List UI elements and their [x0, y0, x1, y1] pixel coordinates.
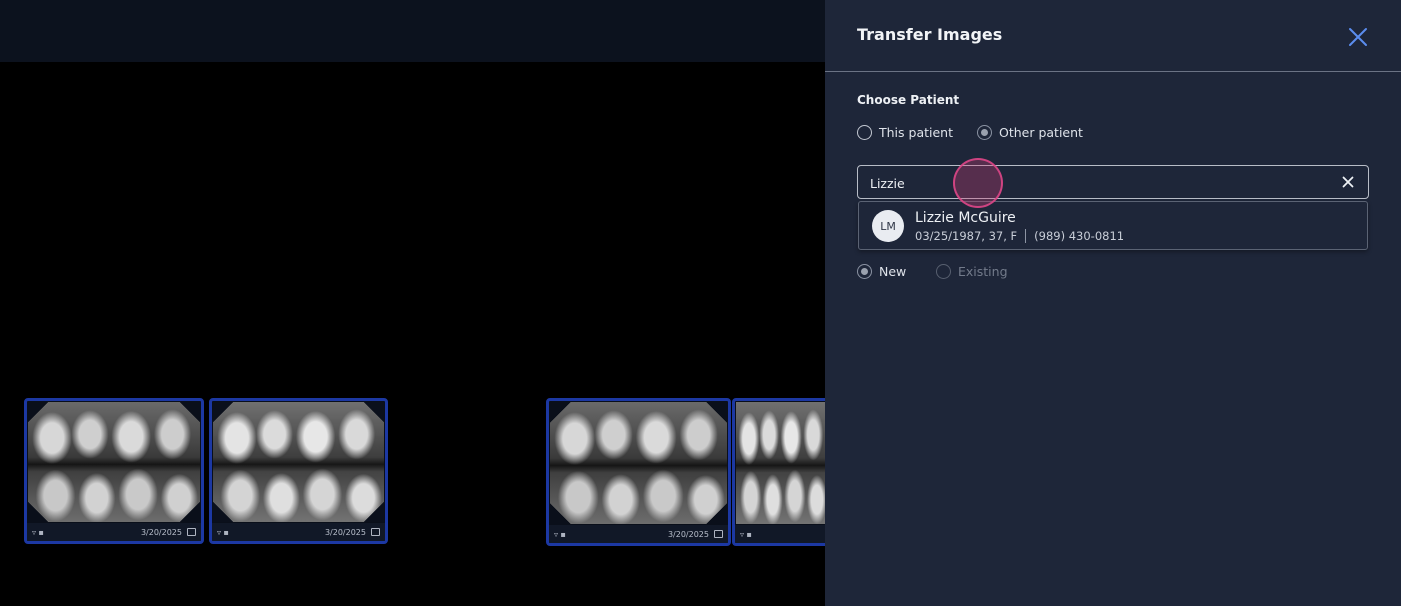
- radio-label: Existing: [958, 264, 1008, 279]
- thumbnail-date: 3/20/2025: [324, 527, 366, 537]
- format-icon: [371, 528, 380, 536]
- radio-button[interactable]: [857, 264, 872, 279]
- tooth-icon: ▿ ▪: [217, 527, 229, 537]
- radio-button[interactable]: [977, 125, 992, 140]
- radio-other-patient[interactable]: Other patient: [977, 125, 1083, 140]
- viewer-toolbar: [0, 0, 825, 62]
- tooth-icon: ▿ ▪: [740, 529, 752, 539]
- thumbnail-date: 3/20/2025: [140, 527, 182, 537]
- thumbnail-footer: ▿ ▪ 3/20/2025: [27, 523, 201, 541]
- radio-label: This patient: [879, 125, 953, 140]
- thumbnail-2[interactable]: ▿ ▪ 3/20/2025: [209, 398, 388, 544]
- patient-details: 03/25/1987, 37, F (989) 430-0811: [915, 229, 1124, 243]
- format-icon: [187, 528, 196, 536]
- divider: [1025, 229, 1027, 243]
- patient-name: Lizzie McGuire: [915, 210, 1016, 226]
- thumbnail-footer: ▿ ▪ 3/20/2025: [212, 523, 385, 541]
- avatar: LM: [872, 210, 904, 242]
- radio-new[interactable]: New: [857, 264, 906, 279]
- thumbnail-3[interactable]: ▿ ▪ 3/20/2025: [546, 398, 731, 546]
- thumbnail-1[interactable]: ▿ ▪ 3/20/2025: [24, 398, 204, 544]
- thumbnail-date: 3/20/2025: [667, 529, 709, 539]
- xray-image: [550, 402, 727, 524]
- tooth-icon: ▿ ▪: [32, 527, 44, 537]
- image-viewer: ▿ ▪ 3/20/2025 ▿ ▪ 3/20/2025 ▿ ▪ 3/20/202…: [0, 62, 825, 606]
- choose-patient-label: Choose Patient: [857, 93, 960, 107]
- thumbnail-footer: ▿ ▪: [735, 525, 825, 543]
- patient-search-field[interactable]: [857, 165, 1369, 199]
- patient-dob: 03/25/1987, 37, F: [915, 229, 1018, 243]
- close-icon: [1349, 28, 1367, 46]
- panel-header: Transfer Images: [825, 0, 1401, 72]
- patient-result-item[interactable]: LM Lizzie McGuire 03/25/1987, 37, F (989…: [859, 202, 1367, 249]
- radio-existing[interactable]: Existing: [936, 264, 1008, 279]
- thumbnail-footer: ▿ ▪ 3/20/2025: [549, 525, 728, 543]
- xray-image: [213, 402, 384, 522]
- transfer-images-panel: Transfer Images Choose Patient This pati…: [825, 0, 1401, 606]
- patient-search-input[interactable]: [870, 173, 1310, 193]
- radio-this-patient[interactable]: This patient: [857, 125, 953, 140]
- tooth-icon: ▿ ▪: [554, 529, 566, 539]
- panel-title: Transfer Images: [857, 25, 1003, 44]
- patient-phone: (989) 430-0811: [1034, 229, 1125, 243]
- close-button[interactable]: [1347, 26, 1369, 48]
- radio-label: New: [879, 264, 907, 279]
- xray-image: [736, 402, 825, 524]
- clear-icon: [1342, 176, 1354, 188]
- thumbnail-4[interactable]: ▿ ▪: [732, 398, 825, 546]
- radio-label: Other patient: [999, 125, 1083, 140]
- xray-image: [28, 402, 200, 522]
- radio-button[interactable]: [936, 264, 951, 279]
- format-icon: [714, 530, 723, 538]
- patient-search-results: LM Lizzie McGuire 03/25/1987, 37, F (989…: [858, 201, 1368, 250]
- clear-button[interactable]: [1340, 174, 1356, 190]
- radio-button[interactable]: [857, 125, 872, 140]
